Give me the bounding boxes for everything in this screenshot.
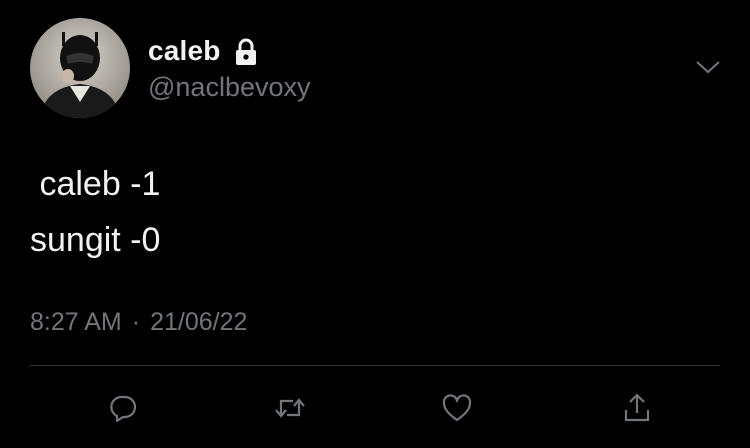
user-handle[interactable]: @naclbevoxy bbox=[148, 72, 311, 103]
avatar[interactable] bbox=[30, 18, 130, 118]
like-button[interactable] bbox=[437, 390, 477, 426]
lock-icon bbox=[233, 38, 259, 66]
retweet-icon bbox=[275, 398, 305, 418]
tweet-text: caleb -1 sungit -0 bbox=[30, 156, 160, 268]
heart-icon bbox=[442, 394, 472, 422]
share-button[interactable] bbox=[617, 390, 657, 426]
tweet-timestamp[interactable]: 8:27 AM · 21/06/22 bbox=[30, 308, 247, 337]
tweet-date: 21/06/22 bbox=[150, 308, 248, 336]
comment-bubble-icon bbox=[110, 395, 137, 423]
timestamp-separator: · bbox=[131, 308, 141, 336]
helmeted-person-avatar-icon bbox=[30, 18, 130, 118]
retweet-button[interactable] bbox=[270, 390, 310, 426]
chevron-down-icon[interactable] bbox=[694, 56, 722, 78]
divider bbox=[30, 365, 720, 366]
tweet-time: 8:27 AM bbox=[30, 308, 122, 336]
share-icon bbox=[624, 393, 650, 422]
tweet-card: caleb @naclbevoxy caleb -1 sungit -0 8:2… bbox=[0, 0, 750, 448]
tweet-line: caleb -1 bbox=[30, 165, 161, 203]
display-name[interactable]: caleb bbox=[148, 35, 221, 67]
name-row: caleb bbox=[148, 34, 259, 68]
tweet-line: sungit -0 bbox=[30, 221, 161, 259]
action-bar bbox=[0, 390, 750, 426]
reply-button[interactable] bbox=[103, 390, 143, 426]
